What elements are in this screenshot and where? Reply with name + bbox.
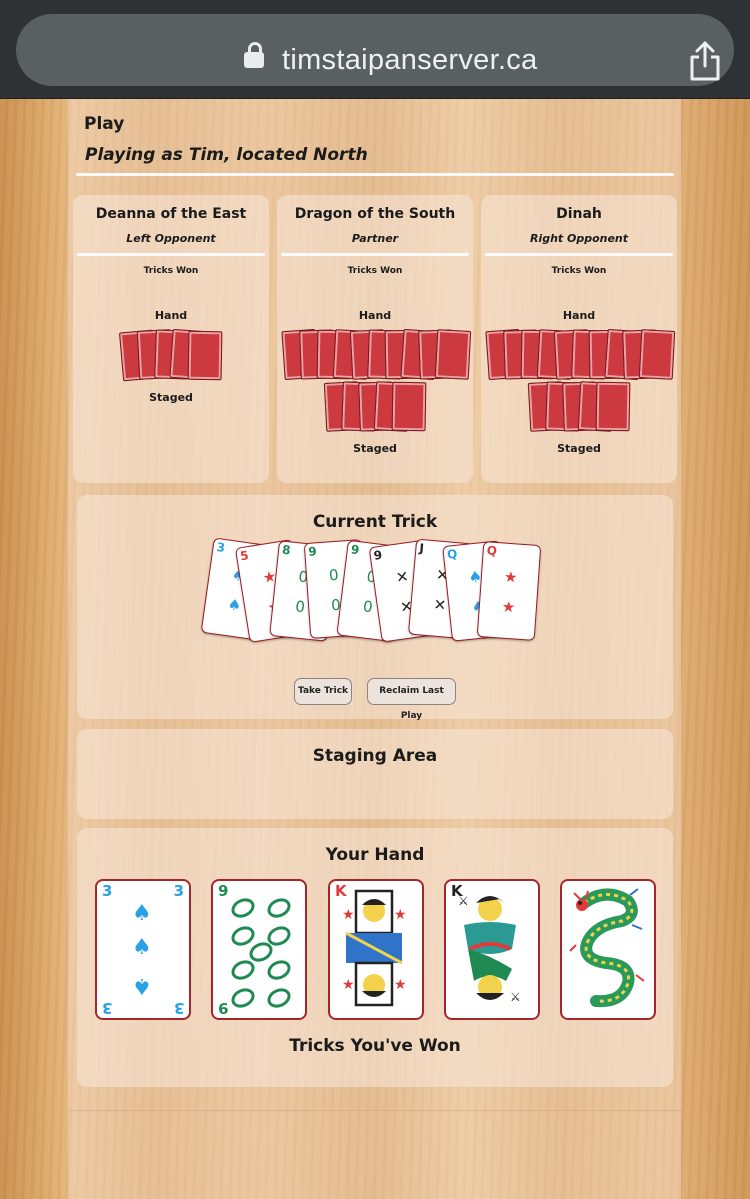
staging-area-panel: Staging Area: [77, 729, 673, 819]
green-jade-icon: 0: [328, 565, 340, 585]
hand-card-k-star[interactable]: K ★ ★ ★ ★: [328, 879, 424, 1020]
staged-label: Staged: [557, 442, 601, 455]
staging-area-title: Staging Area: [312, 746, 438, 766]
jade-icon: [264, 956, 294, 984]
hand-label: Hand: [562, 309, 596, 322]
jade-icon: [228, 984, 258, 1012]
current-trick-title: Current Trick: [312, 512, 438, 532]
player-panel-south: Dragon of the South Partner Tricks Won H…: [277, 195, 473, 483]
jade-icon: [264, 984, 294, 1012]
current-trick-panel: Current Trick Take Trick Reclaim Last Pl…: [77, 495, 673, 721]
player-divider: [485, 253, 673, 256]
reclaim-last-play-button[interactable]: Reclaim Last Play: [367, 678, 456, 721]
lock-icon: [244, 42, 264, 68]
svg-text:⚔: ⚔: [458, 894, 469, 908]
blue-pagoda-icon: ♠: [226, 595, 243, 615]
card-back: [434, 329, 472, 380]
card-back: [391, 381, 427, 432]
black-sword-icon: ✕: [432, 595, 447, 615]
svg-text:⚔: ⚔: [510, 990, 521, 1004]
svg-text:★: ★: [394, 907, 407, 923]
jade-icon: [228, 894, 258, 922]
card-rank: J: [418, 540, 425, 556]
player-name: Dragon of the South: [294, 206, 456, 222]
green-jade-icon: 0: [294, 597, 306, 617]
card-back: [595, 381, 631, 432]
pagoda-icon: ♠: [132, 973, 152, 998]
pagoda-icon: ♠: [132, 901, 152, 926]
player-role: Right Opponent: [529, 232, 629, 245]
tricks-won-label: Tricks Won: [551, 266, 607, 276]
address-bar[interactable]: timstaipanserver.ca: [16, 14, 734, 86]
player-divider: [281, 253, 469, 256]
card-rank: 9: [350, 542, 361, 558]
hand-label: Hand: [154, 309, 188, 322]
pagoda-icon: ♠: [132, 935, 152, 960]
card-rank: 3: [215, 539, 226, 555]
player-role: Left Opponent: [126, 232, 216, 245]
svg-text:★: ★: [342, 907, 355, 923]
browser-toolbar: timstaipanserver.ca: [0, 0, 750, 99]
tricks-you-won-title: Tricks You've Won: [289, 1036, 461, 1056]
staged-label: Staged: [353, 442, 397, 455]
hand-card-k-sword[interactable]: K ⚔ ⚔: [444, 879, 540, 1020]
green-jade-icon: 0: [361, 597, 374, 617]
card-rank: 9: [218, 882, 229, 900]
header-divider: [76, 173, 674, 176]
url-text: timstaipanserver.ca: [282, 44, 538, 76]
hand-label: Hand: [358, 309, 392, 322]
black-sword-icon: ✕: [394, 567, 410, 587]
card-rank: Q: [486, 543, 498, 559]
tricks-won-label: Tricks Won: [143, 266, 199, 276]
card-rank: 9: [307, 544, 318, 559]
player-panel-west: Dinah Right Opponent Tricks Won Hand Sta…: [481, 195, 677, 483]
red-star-icon: ★: [501, 597, 516, 617]
jade-icon: [264, 894, 294, 922]
play-subtitle: Playing as Tim, located North: [85, 145, 368, 165]
card-rank: 3: [102, 882, 113, 900]
king-portrait-icon: ⚔ ⚔: [458, 894, 521, 1004]
dragon-icon: [569, 888, 645, 1008]
card-rank: 8: [281, 542, 292, 558]
player-name: Deanna of the East: [95, 206, 247, 222]
player-divider: [77, 253, 265, 256]
svg-text:★: ★: [342, 977, 355, 993]
hand-card-9-jade[interactable]: 9 9: [211, 879, 307, 1020]
trick-card: Q ★ ★: [476, 541, 542, 641]
play-title: Play: [84, 114, 125, 134]
staged-label: Staged: [149, 391, 193, 404]
hand-card-3-pagoda[interactable]: 3 3 3 3 ♠ ♠ ♠: [95, 879, 191, 1020]
take-trick-button[interactable]: Take Trick: [294, 678, 352, 705]
footer-divider: [68, 1110, 681, 1111]
card-back: [638, 329, 676, 380]
red-star-icon: ★: [503, 567, 519, 587]
svg-text:★: ★: [394, 977, 407, 993]
card-rank: 9: [372, 547, 384, 563]
tricks-won-label: Tricks Won: [347, 266, 403, 276]
king-portrait-icon: ★ ★ ★ ★: [342, 889, 407, 1007]
share-icon[interactable]: [688, 40, 722, 82]
player-name: Dinah: [556, 206, 602, 222]
player-panel-east: Deanna of the East Left Opponent Tricks …: [73, 195, 269, 483]
your-hand-title: Your Hand: [325, 845, 425, 865]
card-rank: Q: [446, 546, 458, 562]
player-role: Partner: [351, 232, 399, 245]
card-back: [187, 330, 223, 381]
hand-card-dragon[interactable]: [560, 879, 656, 1020]
card-rank: 5: [239, 548, 250, 564]
